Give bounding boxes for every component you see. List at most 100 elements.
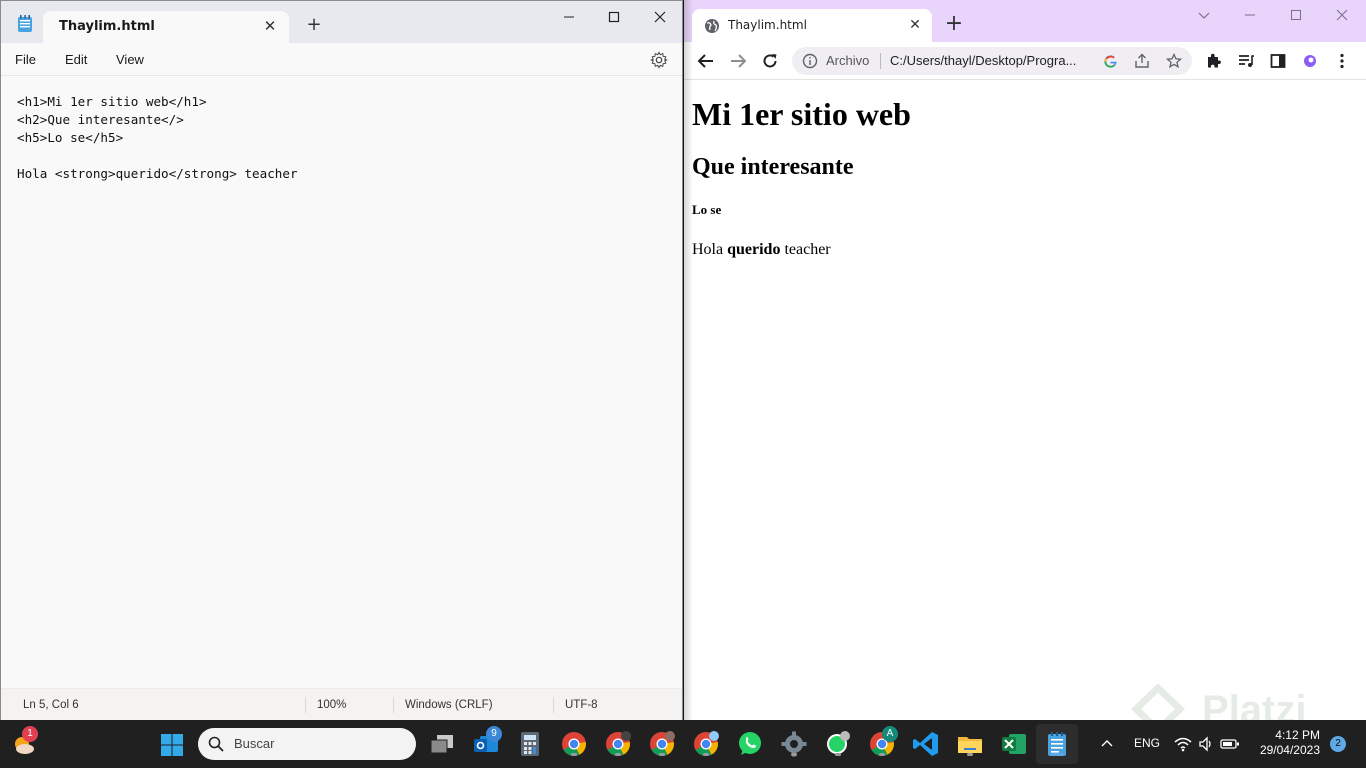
whatsapp-app[interactable] (736, 730, 764, 758)
cursor-position: Ln 5, Col 6 (23, 699, 79, 711)
maximize-icon (1291, 10, 1301, 20)
running-indicator (967, 753, 973, 756)
bookmark-button[interactable] (1166, 53, 1182, 69)
weather-widget[interactable]: 1 (10, 726, 38, 758)
notepad-tab[interactable]: Thaylim.html ✕ (43, 11, 289, 43)
close-window-button[interactable] (1319, 0, 1365, 30)
page-heading-h2: Que interesante (692, 154, 854, 180)
notepad-app-icon (18, 15, 32, 32)
share-icon (1135, 53, 1149, 68)
running-indicator (879, 753, 885, 756)
chrome-app[interactable] (560, 730, 588, 758)
close-icon (654, 11, 666, 23)
text-editor[interactable]: <h1>Mi 1er sitio web</h1> <h2>Que intere… (1, 77, 682, 687)
paragraph-strong: querido (727, 241, 781, 258)
chrome-profile-app[interactable] (692, 730, 720, 758)
show-hidden-icons-button[interactable] (1100, 736, 1116, 752)
close-tab-icon[interactable]: ✕ (906, 16, 924, 34)
notification-badge[interactable]: 2 (1330, 736, 1346, 752)
info-icon[interactable] (802, 53, 818, 69)
chevron-up-icon (1101, 740, 1113, 747)
new-tab-button[interactable]: + (944, 13, 964, 35)
star-icon (1166, 53, 1182, 69)
profile-extension-button[interactable] (1300, 51, 1320, 71)
line-ending: Windows (CRLF) (405, 699, 493, 711)
extension-logo-icon (1304, 55, 1316, 67)
windows-start-icon[interactable] (160, 733, 184, 757)
notepad-window: Thaylim.html ✕ + File Edit View <h1>Mi 1… (0, 0, 683, 720)
status-divider (393, 697, 394, 713)
status-bar: Ln 5, Col 6 100% Windows (CRLF) UTF-8 (1, 688, 682, 720)
share-button[interactable] (1134, 53, 1150, 69)
outlook-app[interactable]: 9 (472, 726, 502, 758)
reload-button[interactable] (760, 51, 780, 71)
close-window-button[interactable] (637, 1, 683, 33)
chrome-titlebar: Thaylim.html ✕ + (684, 0, 1366, 42)
chrome-window: Thaylim.html ✕ + Archivo C:/Users/thayl/… (684, 0, 1366, 720)
whatsapp-chrome-app[interactable] (824, 730, 852, 758)
clock[interactable]: 4:12 PM 29/04/2023 (1250, 728, 1320, 758)
page-heading-h1: Mi 1er sitio web (692, 96, 911, 132)
tab-search-button[interactable] (1181, 0, 1227, 30)
notepad-app[interactable] (1043, 730, 1071, 758)
puzzle-icon (1208, 53, 1221, 68)
extensions-button[interactable] (1204, 51, 1224, 71)
menu-file[interactable]: File (15, 52, 36, 67)
maximize-button[interactable] (1273, 0, 1319, 30)
media-control-button[interactable] (1236, 51, 1256, 71)
chrome-profile-app[interactable]: A (868, 726, 898, 758)
notepad-menubar: File Edit View (1, 43, 682, 76)
running-indicator (659, 753, 665, 756)
chrome-profile-app[interactable] (648, 730, 676, 758)
minimize-icon (564, 16, 574, 18)
new-tab-button[interactable]: + (305, 16, 323, 34)
close-icon (1336, 9, 1348, 21)
chevron-down-icon (1198, 12, 1210, 19)
maximize-button[interactable] (591, 1, 637, 33)
paragraph-text: Hola (692, 241, 728, 258)
google-icon (1103, 54, 1117, 68)
excel-app[interactable] (1000, 730, 1028, 758)
status-divider (553, 697, 554, 713)
chrome-menu-button[interactable] (1332, 51, 1352, 71)
excel-icon (1002, 734, 1026, 754)
editor-line: <h2>Que interesante</> (17, 112, 184, 127)
menu-edit[interactable]: Edit (65, 52, 87, 67)
language-indicator[interactable]: ENG (1134, 736, 1160, 750)
running-indicator (791, 753, 797, 756)
running-indicator (615, 753, 621, 756)
side-panel-icon (1270, 54, 1286, 68)
paragraph-text: teacher (780, 241, 831, 258)
forward-button[interactable] (728, 51, 748, 71)
wifi-icon (1174, 737, 1192, 752)
page-paragraph: Hola querido teacher (692, 240, 1358, 260)
editor-line: <h5>Lo se</h5> (17, 130, 124, 145)
search-placeholder: Buscar (234, 736, 275, 751)
task-view-button[interactable] (428, 730, 456, 758)
vscode-app[interactable] (912, 730, 940, 758)
google-lens-button[interactable] (1102, 53, 1118, 69)
more-vertical-icon (1340, 53, 1344, 69)
chrome-tab[interactable]: Thaylim.html ✕ (692, 9, 932, 42)
volume-icon (1199, 736, 1211, 752)
encoding: UTF-8 (565, 699, 598, 711)
url-text[interactable]: C:/Users/thayl/Desktop/Progra... (890, 53, 1094, 68)
minimize-button[interactable] (546, 1, 592, 33)
settings-app[interactable] (780, 730, 808, 758)
close-tab-icon[interactable]: ✕ (261, 17, 279, 35)
side-panel-button[interactable] (1268, 51, 1288, 71)
chrome-profile-app[interactable] (604, 730, 632, 758)
active-indicator (1051, 753, 1063, 756)
menu-view[interactable]: View (116, 52, 144, 67)
back-button[interactable] (696, 51, 716, 71)
system-tray-quick-settings[interactable] (1174, 736, 1239, 752)
weather-badge: 1 (22, 726, 38, 742)
clock-time: 4:12 PM (1275, 728, 1320, 742)
calculator-app[interactable] (516, 730, 544, 758)
address-bar[interactable]: Archivo C:/Users/thayl/Desktop/Progra... (792, 47, 1192, 75)
file-explorer-app[interactable] (956, 730, 984, 758)
settings-gear-icon[interactable] (650, 51, 668, 69)
taskbar-search[interactable]: Buscar (198, 728, 416, 760)
taskbar: 1 Buscar 9 A ENG 4:12 PM 29/04/2023 2 (0, 720, 1366, 768)
minimize-button[interactable] (1227, 0, 1273, 30)
